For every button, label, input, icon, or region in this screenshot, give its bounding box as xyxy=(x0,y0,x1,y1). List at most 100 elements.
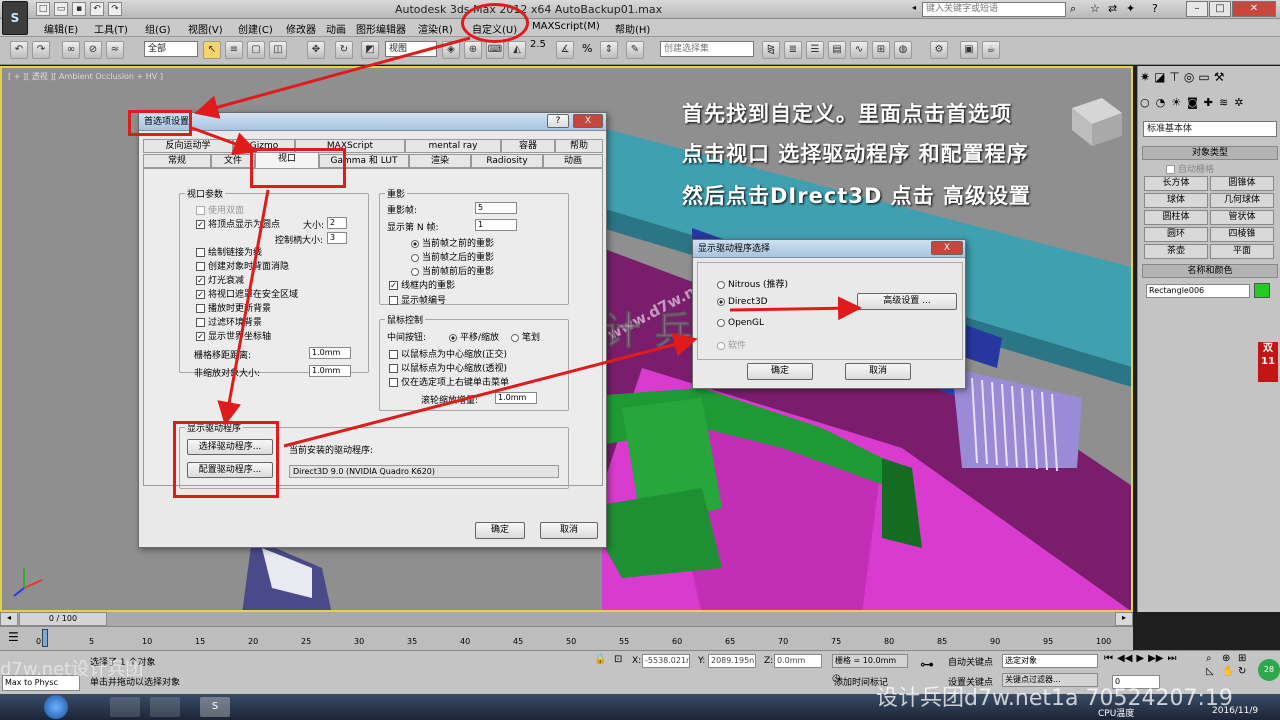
tab-help[interactable]: 帮助 xyxy=(555,139,603,153)
bind-spacewarp-icon[interactable]: ≈ xyxy=(106,41,124,59)
time-slider[interactable]: ◂ 0 / 100 ▸ xyxy=(0,612,1133,626)
mini-curve-icon[interactable]: ☰ xyxy=(8,630,19,644)
undo-icon[interactable]: ↶ xyxy=(90,2,104,16)
rotate-icon[interactable]: ↻ xyxy=(335,41,353,59)
track-bar[interactable]: ☰ 0 5 10 15 20 25 30 35 40 45 50 55 60 65 70 75 80 85 90 95… xyxy=(0,626,1133,650)
dropdown-arrow-icon[interactable]: ◂ xyxy=(912,3,920,15)
x-coord-field[interactable]: -5538.021r xyxy=(642,654,690,668)
app-logo[interactable]: S xyxy=(2,1,28,35)
display-tab-icon[interactable]: ▭ xyxy=(1198,70,1209,90)
driver-ok-button[interactable]: 确定 xyxy=(747,363,813,380)
backface-cull-checkbox[interactable]: 创建对象时背面消隐 xyxy=(196,259,289,272)
menu-maxscript[interactable]: MAXScript(M) xyxy=(532,21,600,32)
vertex-dots-checkbox[interactable]: ✓ 将顶点显示为圆点 xyxy=(196,217,280,230)
cone-button[interactable]: 圆锥体 xyxy=(1210,176,1274,191)
goto-end-icon[interactable]: ⏭ xyxy=(1167,653,1176,664)
shapes-icon[interactable]: ◔ xyxy=(1156,96,1166,114)
undo-icon[interactable]: ↶ xyxy=(10,41,28,59)
filter-bg-checkbox[interactable]: 过滤环境背景 xyxy=(196,315,262,328)
ghost-after-radio[interactable]: 当前帧之后的重影 xyxy=(411,250,494,263)
window-crossing-icon[interactable]: ◫ xyxy=(269,41,287,59)
render-production-icon[interactable]: ☕ xyxy=(982,41,1000,59)
move-icon[interactable]: ✥ xyxy=(307,41,325,59)
layer-manager-icon[interactable]: ☰ xyxy=(806,41,824,59)
close-button[interactable]: X xyxy=(573,114,603,128)
wheel-zoom-spinner[interactable]: 1.0mm xyxy=(495,392,537,404)
help-icon[interactable]: ? xyxy=(1152,2,1158,15)
key-mode-select[interactable]: 选定对象 xyxy=(1002,654,1098,668)
select-by-name-icon[interactable]: ≡ xyxy=(225,41,243,59)
select-manipulate-icon[interactable]: ⊕ xyxy=(464,41,482,59)
z-coord-field[interactable]: 0.0mm xyxy=(774,654,822,668)
minimize-button[interactable]: – xyxy=(1186,1,1208,17)
world-axis-checkbox[interactable]: ✓ 显示世界坐标轴 xyxy=(196,329,271,342)
teapot-button[interactable]: 茶壶 xyxy=(1144,244,1208,259)
torus-button[interactable]: 圆环 xyxy=(1144,227,1208,242)
star-icon[interactable]: ☆ xyxy=(1090,2,1100,15)
maximize-button[interactable]: □ xyxy=(1209,1,1231,17)
tab-mental-ray[interactable]: mental ray xyxy=(405,139,501,153)
keyboard-shortcut-icon[interactable]: ⌨ xyxy=(486,41,504,59)
mirror-tool-icon[interactable]: ⧎ xyxy=(762,41,780,59)
lights-icon[interactable]: ☀ xyxy=(1171,96,1181,114)
plane-button[interactable]: 平面 xyxy=(1210,244,1274,259)
rect-selection-icon[interactable]: ▢ xyxy=(247,41,265,59)
ghost-wireframe-checkbox[interactable]: ✓ 线框内的重影 xyxy=(389,278,455,291)
frame-counter[interactable]: 0 / 100 xyxy=(19,612,107,626)
tab-animation[interactable]: 动画 xyxy=(543,154,603,168)
advanced-settings-button[interactable]: 高级设置 ... xyxy=(857,293,957,310)
double-sided-checkbox[interactable]: 使用双面 xyxy=(196,203,244,216)
handle-size-spinner[interactable]: 3 xyxy=(327,232,347,244)
systems-icon[interactable]: ✲ xyxy=(1234,96,1243,114)
star-plus-icon[interactable]: ✦ xyxy=(1126,2,1135,15)
open-file-icon[interactable]: ▭ xyxy=(54,2,68,16)
box-button[interactable]: 长方体 xyxy=(1144,176,1208,191)
nitrous-radio[interactable]: Nitrous (推荐) xyxy=(717,277,788,290)
modify-tab-icon[interactable]: ◪ xyxy=(1154,70,1165,90)
grid-nudge-spinner[interactable]: 1.0mm xyxy=(309,347,351,359)
pivot-center-icon[interactable]: ◈ xyxy=(442,41,460,59)
menu-views[interactable]: 视图(V) xyxy=(188,21,223,36)
utilities-tab-icon[interactable]: ⚒ xyxy=(1214,70,1225,90)
spinner-snap-icon[interactable]: ⇕ xyxy=(600,41,618,59)
name-color-rollout[interactable]: 名称和颜色 xyxy=(1142,264,1278,278)
zoom-ortho-checkbox[interactable]: 以鼠标点为中心缩放(正交) xyxy=(389,347,507,360)
menu-animation[interactable]: 动画 xyxy=(326,21,346,36)
help-button[interactable]: ? xyxy=(547,114,569,128)
redo-icon[interactable]: ↷ xyxy=(32,41,50,59)
ghost-both-radio[interactable]: 当前帧前后的重影 xyxy=(411,264,494,277)
save-file-icon[interactable]: ▪ xyxy=(72,2,86,16)
absolute-mode-icon[interactable]: ⊡ xyxy=(614,654,622,665)
object-color-swatch[interactable] xyxy=(1254,283,1270,298)
autokey-button[interactable]: 自动关键点 xyxy=(948,655,993,668)
prev-frame-icon[interactable]: ◂ xyxy=(0,612,18,626)
opengl-radio[interactable]: OpenGL xyxy=(717,318,764,328)
create-tab-icon[interactable]: ✷ xyxy=(1140,70,1150,90)
rendered-frame-icon[interactable]: ▣ xyxy=(960,41,978,59)
tab-radiosity[interactable]: Radiosity xyxy=(471,154,543,168)
menu-create[interactable]: 创建(C) xyxy=(238,21,273,36)
geosphere-button[interactable]: 几何球体 xyxy=(1210,193,1274,208)
zoom-icon[interactable]: ⌕ xyxy=(1206,653,1220,664)
ghost-frames-spinner[interactable]: 5 xyxy=(475,202,517,214)
geometry-icon[interactable]: ○ xyxy=(1140,96,1150,114)
curve-editor-icon[interactable]: ∿ xyxy=(850,41,868,59)
spacewarps-icon[interactable]: ≋ xyxy=(1219,96,1228,114)
direct3d-radio[interactable]: Direct3D xyxy=(717,297,768,307)
taskbar-3dsmax-icon[interactable]: S xyxy=(200,697,230,717)
nonscale-size-spinner[interactable]: 1.0mm xyxy=(309,365,351,377)
hierarchy-tab-icon[interactable]: ⊤ xyxy=(1169,70,1179,90)
tab-files[interactable]: 文件 xyxy=(211,154,255,168)
pan-zoom-radio[interactable]: 平移/缩放 xyxy=(449,330,499,343)
safe-region-checkbox[interactable]: ✓ 将视口遮罩在安全区域 xyxy=(196,287,298,300)
attenuate-lights-checkbox[interactable]: ✓ 灯光衰减 xyxy=(196,273,244,286)
goto-start-icon[interactable]: ⏮ xyxy=(1104,653,1113,664)
tab-ik[interactable]: 反向运动学 xyxy=(143,139,233,153)
link-icon[interactable]: ∞ xyxy=(62,41,80,59)
reference-coord-select[interactable]: 视图 xyxy=(385,41,437,57)
next-frame-icon[interactable]: ▸ xyxy=(1115,612,1133,626)
cylinder-button[interactable]: 圆柱体 xyxy=(1144,210,1208,225)
play-icon[interactable]: ▶ xyxy=(1136,653,1144,664)
menu-help[interactable]: 帮助(H) xyxy=(615,21,650,36)
tube-button[interactable]: 管状体 xyxy=(1210,210,1274,225)
